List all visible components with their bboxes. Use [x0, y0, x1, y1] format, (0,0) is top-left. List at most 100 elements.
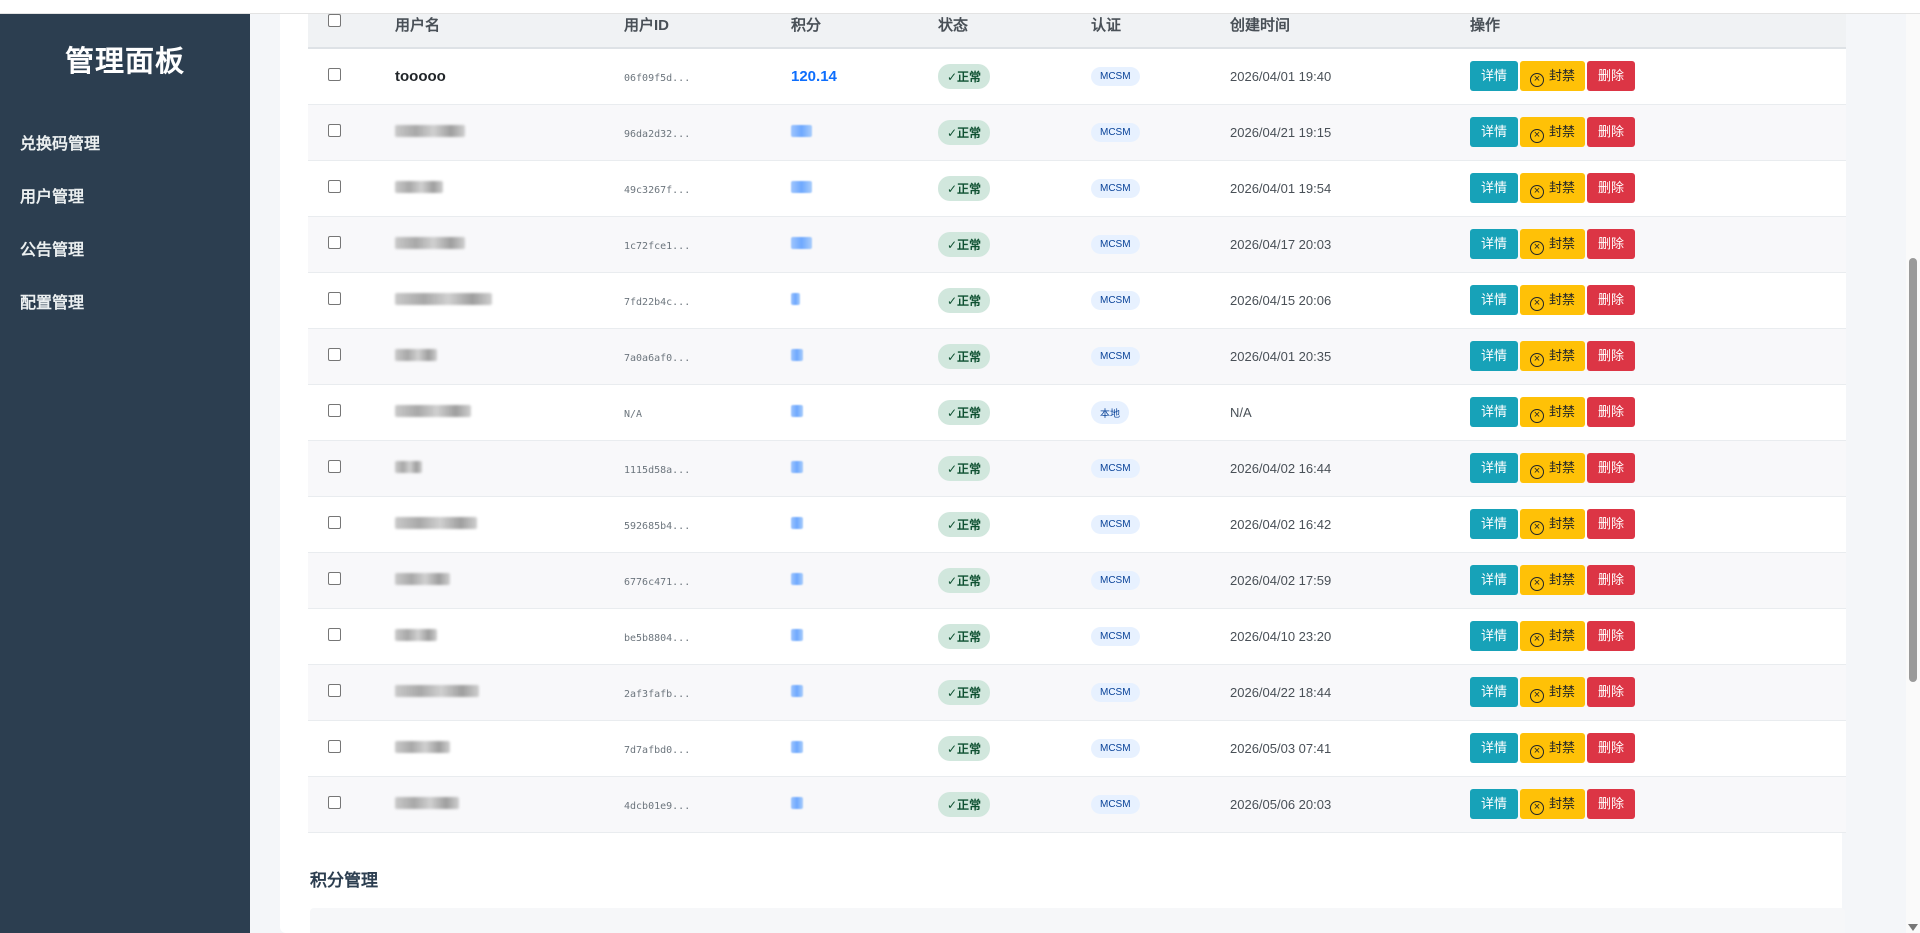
sidebar-item-announcements[interactable]: 公告管理	[20, 236, 84, 260]
row-checkbox[interactable]	[328, 124, 341, 137]
ban-button[interactable]: × 封禁	[1520, 789, 1586, 819]
auth-badge: MCSM	[1091, 291, 1140, 310]
user-id-cell: 4dcb01e9...	[624, 776, 791, 832]
ban-button[interactable]: × 封禁	[1520, 565, 1586, 595]
detail-button[interactable]: 详情	[1470, 677, 1519, 707]
ban-button[interactable]: × 封禁	[1520, 677, 1586, 707]
user-id-cell: 06f09f5d...	[624, 48, 791, 104]
delete-button[interactable]: 删除	[1587, 397, 1636, 427]
auth-badge: MCSM	[1091, 67, 1140, 87]
delete-button[interactable]: 删除	[1587, 733, 1636, 763]
status-cell: ✓正常	[938, 104, 1091, 160]
detail-button[interactable]: 详情	[1470, 789, 1519, 819]
ban-button[interactable]: × 封禁	[1520, 229, 1586, 259]
row-checkbox[interactable]	[328, 348, 341, 361]
auth-badge: MCSM	[1091, 515, 1140, 534]
user-id-text: 49c3267f...	[624, 185, 691, 196]
delete-button[interactable]: 删除	[1587, 453, 1636, 483]
redacted-username	[395, 573, 450, 585]
row-select-cell	[308, 552, 395, 608]
table-row: 96da2d32... ✓正常 MCSM 2026/04/21 19:15 详情 × 封禁删…	[308, 104, 1846, 160]
delete-button[interactable]: 删除	[1587, 509, 1636, 539]
redacted-username	[395, 181, 443, 193]
table-row: 6776c471... ✓正常 MCSM 2026/04/02 17:59 详情 × 封禁删…	[308, 552, 1846, 608]
status-badge: ✓正常	[938, 119, 991, 145]
sidebar-item-users[interactable]: 用户管理	[20, 183, 84, 207]
ban-button[interactable]: × 封禁	[1520, 173, 1586, 203]
username-cell: tooooo	[395, 48, 624, 104]
sidebar-item-config[interactable]: 配置管理	[20, 289, 84, 313]
detail-button[interactable]: 详情	[1470, 621, 1519, 651]
redacted-points	[791, 685, 803, 697]
ban-button[interactable]: × 封禁	[1520, 285, 1586, 315]
status-badge: ✓正常	[938, 455, 991, 481]
created-cell: N/A	[1230, 384, 1470, 440]
status-badge: ✓正常	[938, 399, 991, 425]
ban-icon: ×	[1530, 297, 1545, 311]
row-select-cell	[308, 664, 395, 720]
row-checkbox[interactable]	[328, 740, 341, 753]
created-cell: 2026/05/03 07:41	[1230, 720, 1470, 776]
row-checkbox[interactable]	[328, 684, 341, 697]
delete-button[interactable]: 删除	[1587, 621, 1636, 651]
status-cell: ✓正常	[938, 384, 1091, 440]
ban-button[interactable]: × 封禁	[1520, 733, 1586, 763]
sidebar-item-redeem-codes[interactable]: 兑换码管理	[20, 130, 100, 154]
auth-badge: MCSM	[1091, 795, 1140, 814]
delete-button[interactable]: 删除	[1587, 341, 1636, 371]
ban-button[interactable]: × 封禁	[1520, 341, 1586, 371]
points-cell	[791, 496, 938, 552]
page-scrollbar[interactable]	[1906, 0, 1920, 933]
row-checkbox[interactable]	[328, 516, 341, 529]
scroll-down-arrow-icon[interactable]	[1908, 924, 1918, 931]
detail-button[interactable]: 详情	[1470, 509, 1519, 539]
row-checkbox[interactable]	[328, 180, 341, 193]
detail-button[interactable]: 详情	[1470, 453, 1519, 483]
detail-button[interactable]: 详情	[1470, 117, 1519, 147]
select-all-checkbox[interactable]	[328, 14, 341, 27]
detail-button[interactable]: 详情	[1470, 61, 1519, 92]
created-cell: 2026/04/22 18:44	[1230, 664, 1470, 720]
ban-icon: ×	[1530, 353, 1545, 367]
points-cell	[791, 552, 938, 608]
detail-button[interactable]: 详情	[1470, 565, 1519, 595]
ban-button[interactable]: × 封禁	[1520, 61, 1586, 92]
detail-button[interactable]: 详情	[1470, 397, 1519, 427]
delete-button[interactable]: 删除	[1587, 565, 1636, 595]
ban-button[interactable]: × 封禁	[1520, 509, 1586, 539]
delete-button[interactable]: 删除	[1587, 173, 1636, 203]
delete-button[interactable]: 删除	[1587, 61, 1636, 92]
detail-button[interactable]: 详情	[1470, 229, 1519, 259]
auth-badge: MCSM	[1091, 235, 1140, 254]
delete-button[interactable]: 删除	[1587, 677, 1636, 707]
row-checkbox[interactable]	[328, 404, 341, 417]
delete-button[interactable]: 删除	[1587, 117, 1636, 147]
scrollbar-thumb[interactable]	[1909, 258, 1917, 682]
actions-cell: 详情 × 封禁 删除	[1470, 272, 1846, 328]
auth-cell: MCSM	[1091, 608, 1230, 664]
user-id-text: 06f09f5d...	[624, 73, 691, 85]
ban-button[interactable]: × 封禁	[1520, 453, 1586, 483]
row-checkbox[interactable]	[328, 292, 341, 305]
row-checkbox[interactable]	[328, 628, 341, 641]
delete-button[interactable]: 删除	[1587, 789, 1636, 819]
delete-button[interactable]: 删除	[1587, 285, 1636, 315]
delete-button[interactable]: 删除	[1587, 229, 1636, 259]
detail-button[interactable]: 详情	[1470, 173, 1519, 203]
detail-button[interactable]: 详情	[1470, 285, 1519, 315]
row-checkbox[interactable]	[328, 236, 341, 249]
ban-button[interactable]: × 封禁	[1520, 397, 1586, 427]
detail-button[interactable]: 详情	[1470, 341, 1519, 371]
table-row: 7a0a6af0... ✓正常 MCSM 2026/04/01 20:35 详情 × 封禁删…	[308, 328, 1846, 384]
status-badge: ✓正常	[938, 679, 991, 705]
row-checkbox[interactable]	[328, 796, 341, 809]
row-checkbox[interactable]	[328, 572, 341, 585]
ban-button[interactable]: × 封禁	[1520, 117, 1586, 147]
username-cell	[395, 552, 624, 608]
actions-cell: 详情 × 封禁 删除	[1470, 552, 1846, 608]
row-checkbox[interactable]	[328, 68, 341, 82]
table-row: 49c3267f... ✓正常 MCSM 2026/04/01 19:54 详情 × 封禁删…	[308, 160, 1846, 216]
ban-button[interactable]: × 封禁	[1520, 621, 1586, 651]
row-checkbox[interactable]	[328, 460, 341, 473]
detail-button[interactable]: 详情	[1470, 733, 1519, 763]
